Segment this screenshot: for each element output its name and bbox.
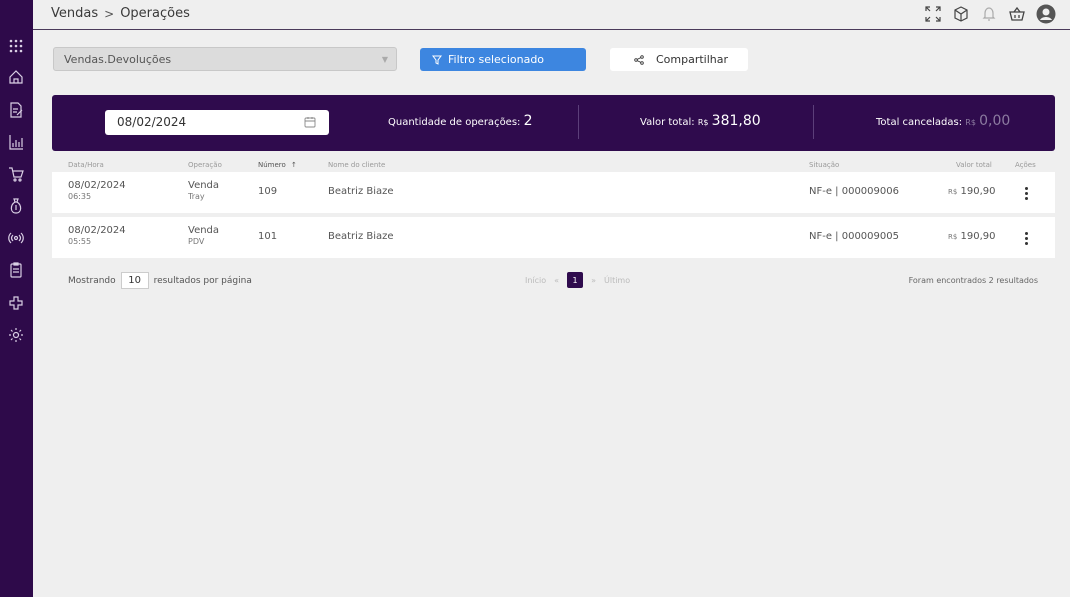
money-bag-icon[interactable] (7, 197, 25, 215)
share-button-label: Compartilhar (656, 53, 729, 66)
filter-button[interactable]: Filtro selecionado (420, 48, 586, 71)
col-header-number-label: Número (258, 161, 286, 169)
sidebar (0, 0, 33, 597)
row-op: Venda (188, 180, 220, 191)
bell-icon[interactable] (980, 5, 998, 23)
document-edit-icon[interactable] (7, 101, 25, 119)
col-header-operation[interactable]: Operação (188, 161, 222, 169)
home-icon[interactable] (7, 68, 25, 86)
broadcast-icon[interactable] (7, 229, 25, 247)
more-actions-icon[interactable] (1024, 187, 1028, 200)
col-header-status[interactable]: Situação (809, 161, 839, 169)
row-date: 08/02/2024 (68, 225, 126, 236)
row-number: 109 (258, 186, 278, 197)
cube-icon[interactable] (952, 5, 970, 23)
pagination-prev[interactable]: « (554, 276, 559, 285)
row-op: Venda (188, 225, 220, 236)
total-value: Valor total: R$ 381,80 (640, 113, 761, 129)
row-channel: PDV (188, 237, 205, 246)
chevron-down-icon: ▼ (381, 55, 388, 64)
row-client: Beatriz Biaze (328, 231, 394, 242)
pagination: Início « 1 » Último (525, 272, 630, 288)
basket-icon[interactable] (1008, 5, 1026, 23)
sort-arrow-icon: ↑ (291, 161, 297, 169)
row-operation: Venda PDV (188, 225, 219, 246)
settings-icon[interactable] (7, 326, 25, 344)
divider (813, 105, 814, 139)
operations-count: Quantidade de operações: 2 (388, 113, 533, 129)
apps-grid-icon[interactable] (7, 37, 25, 55)
filter-button-label: Filtro selecionado (448, 53, 545, 66)
total-canceled-currency: R$ (965, 118, 976, 127)
divider (578, 105, 579, 139)
more-actions-icon[interactable] (1024, 232, 1028, 245)
summary-bar: 08/02/2024 Quantidade de operações: 2 Va… (52, 95, 1055, 151)
row-number: 101 (258, 231, 278, 242)
row-currency: R$ (948, 188, 958, 196)
pagination-first[interactable]: Início (525, 276, 546, 285)
row-status: NF-e | 000009006 (809, 186, 899, 197)
operations-count-label: Quantidade de operações: (388, 117, 521, 128)
row-channel: Tray (188, 192, 205, 201)
chart-icon[interactable] (7, 133, 25, 151)
top-icons (924, 4, 1056, 24)
pagination-current-page[interactable]: 1 (567, 272, 584, 288)
row-time: 05:55 (68, 237, 92, 246)
col-header-total[interactable]: Valor total (956, 161, 992, 169)
total-canceled-amount: 0,00 (979, 113, 1011, 129)
share-icon (634, 54, 644, 65)
user-icon[interactable] (1036, 4, 1056, 24)
pagination-last[interactable]: Último (604, 276, 630, 285)
clipboard-icon[interactable] (7, 261, 25, 279)
puzzle-icon[interactable] (7, 294, 25, 312)
row-value: R$ 190,90 (948, 186, 996, 197)
total-value-currency: R$ (697, 118, 709, 127)
row-client: Beatriz Biaze (328, 186, 394, 197)
breadcrumb-separator: > (104, 6, 115, 21)
col-header-actions: Ações (1015, 161, 1036, 169)
row-date: 08/02/2024 (68, 180, 126, 191)
showing-label: Mostrando (68, 275, 116, 286)
total-value-label: Valor total: (640, 117, 695, 128)
report-select-value: Vendas.Devoluções (64, 53, 172, 66)
date-field[interactable]: 08/02/2024 (105, 110, 329, 135)
per-page-label: resultados por página (153, 275, 252, 286)
total-value-amount: 381,80 (711, 113, 761, 129)
row-datetime: 08/02/2024 05:55 (68, 225, 126, 246)
calendar-icon[interactable] (304, 116, 316, 128)
breadcrumb: Vendas > Operações (51, 6, 190, 21)
report-select[interactable]: Vendas.Devoluções ▼ (53, 47, 397, 71)
row-amount: 190,90 (960, 231, 996, 242)
breadcrumb-parent[interactable]: Vendas (51, 6, 98, 21)
row-time: 06:35 (68, 192, 92, 201)
row-value: R$ 190,90 (948, 231, 996, 242)
date-field-value: 08/02/2024 (117, 115, 187, 129)
results-count: Foram encontrados 2 resultados (908, 276, 1038, 285)
topbar: Vendas > Operações (33, 0, 1070, 30)
total-canceled-label: Total canceladas: (876, 117, 963, 128)
filter-icon (432, 55, 442, 65)
row-status: NF-e | 000009005 (809, 231, 899, 242)
table-row[interactable]: 08/02/2024 05:55 Venda PDV 101 Beatriz B… (52, 217, 1055, 258)
col-header-number[interactable]: Número ↑ (258, 161, 297, 169)
expand-icon[interactable] (924, 5, 942, 23)
cart-icon[interactable] (7, 165, 25, 183)
col-header-client[interactable]: Nome do cliente (328, 161, 385, 169)
pagination-size: Mostrando 10 resultados por página (68, 272, 252, 289)
row-amount: 190,90 (960, 186, 996, 197)
col-header-datetime[interactable]: Data/Hora (68, 161, 104, 169)
table-row[interactable]: 08/02/2024 06:35 Venda Tray 109 Beatriz … (52, 172, 1055, 213)
row-currency: R$ (948, 233, 958, 241)
row-datetime: 08/02/2024 06:35 (68, 180, 126, 201)
operations-count-value: 2 (523, 113, 533, 129)
breadcrumb-current: Operações (120, 6, 190, 21)
total-canceled: Total canceladas: R$ 0,00 (876, 113, 1010, 129)
pagination-next[interactable]: » (591, 276, 596, 285)
share-button[interactable]: Compartilhar (610, 48, 748, 71)
page-size-input[interactable]: 10 (120, 272, 149, 289)
row-operation: Venda Tray (188, 180, 219, 201)
